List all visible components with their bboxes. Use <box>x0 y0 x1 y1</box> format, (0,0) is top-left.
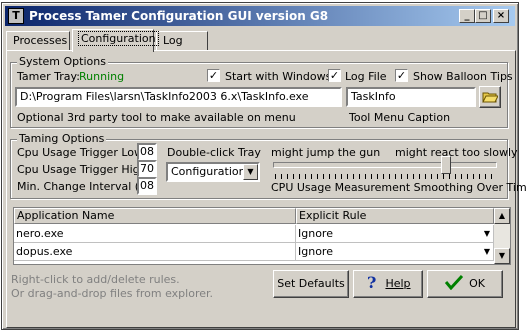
tool-path-caption: Optional 3rd party tool to make availabl… <box>17 111 296 124</box>
min-change-label: Min. Change Interval (s.) <box>17 180 153 193</box>
trigger-high-label: Cpu Usage Trigger High <box>17 163 147 176</box>
tab-configuration-label: Configuration <box>78 31 159 46</box>
close-icon[interactable]: × <box>493 9 509 23</box>
ok-button[interactable]: OK <box>427 270 503 298</box>
taming-options-label: Taming Options <box>17 132 107 145</box>
slider-left-label: might jump the gun <box>271 146 381 159</box>
svg-text:?: ? <box>367 274 376 290</box>
chevron-down-icon[interactable]: ▼ <box>243 164 258 180</box>
maximize-icon[interactable]: □ <box>475 9 491 23</box>
smoothing-slider-track[interactable] <box>273 162 497 168</box>
scroll-down-icon[interactable]: ▼ <box>494 248 510 264</box>
table-row-app[interactable]: dopus.exe <box>14 243 296 261</box>
hint-line-2: Or drag-and-drop files from explorer. <box>11 287 213 300</box>
log-file-checkbox[interactable]: ✓ <box>328 69 341 82</box>
slider-caption: CPU Usage Measurement Smoothing Over Tim… <box>271 181 526 194</box>
start-with-windows-checkbox[interactable]: ✓ <box>207 69 220 82</box>
tamer-tray-label: Tamer Tray: <box>17 70 80 83</box>
balloon-tips-checkbox[interactable]: ✓ <box>395 69 408 82</box>
trigger-high-input[interactable]: 70 <box>137 160 157 178</box>
system-options-group: System Options Tamer Tray: Running ✓ Sta… <box>10 55 513 128</box>
column-header-application[interactable]: Application Name <box>14 208 296 224</box>
double-click-tray-select[interactable]: Configuration ▼ <box>166 162 260 182</box>
column-header-explicit-rule[interactable]: Explicit Rule <box>296 208 494 224</box>
hint-line-1: Right-click to add/delete rules. <box>11 273 180 286</box>
table-row-rule[interactable]: Ignore ▼ <box>296 225 494 243</box>
double-click-tray-label: Double-click Tray <box>167 146 261 159</box>
browse-folder-button[interactable] <box>479 86 501 108</box>
tamer-tray-status: Running <box>79 70 125 83</box>
table-scrollbar[interactable]: ▲ ▼ <box>494 208 510 264</box>
process-tamer-icon[interactable]: T <box>8 8 24 24</box>
tab-processes[interactable]: Processes <box>6 31 70 51</box>
table-row-rule[interactable]: Ignore ▼ <box>296 243 494 261</box>
rules-table: Application Name Explicit Rule nero.exe … <box>13 207 511 265</box>
folder-icon <box>482 92 499 103</box>
scroll-up-icon[interactable]: ▲ <box>494 208 510 224</box>
log-file-label: Log File <box>345 70 387 83</box>
title-bar[interactable]: T Process Tamer Configuration GUI versio… <box>5 6 515 26</box>
rule-value: Ignore <box>298 245 333 258</box>
tab-log-label: Log <box>163 34 183 47</box>
taming-options-group: Taming Options Cpu Usage Trigger Low 08 … <box>10 132 526 199</box>
double-click-tray-value: Configuration <box>171 165 246 178</box>
tool-path-input[interactable]: D:\Program Files\larsn\TaskInfo2003 6.x\… <box>15 87 342 107</box>
system-options-label: System Options <box>17 55 108 68</box>
window-title: Process Tamer Configuration GUI version … <box>29 9 329 23</box>
slider-ticks <box>275 174 495 179</box>
help-icon: ? <box>367 273 376 292</box>
balloon-tips-label: Show Balloon Tips <box>413 70 513 83</box>
configuration-panel: System Options Tamer Tray: Running ✓ Sta… <box>6 50 526 328</box>
minimize-icon[interactable]: _ <box>459 9 475 23</box>
tab-processes-label: Processes <box>13 34 68 47</box>
main-window: T Process Tamer Configuration GUI versio… <box>1 2 526 330</box>
slider-right-label: might react too slowly <box>395 146 518 159</box>
checkmark-icon <box>444 274 464 291</box>
tool-caption-input[interactable]: TaskInfo <box>346 87 476 107</box>
help-label: Help <box>385 277 411 290</box>
tool-caption-label: Tool Menu Caption <box>349 111 451 124</box>
chevron-down-icon[interactable]: ▼ <box>484 243 490 260</box>
set-defaults-button[interactable]: Set Defaults <box>273 270 349 298</box>
chevron-down-icon[interactable]: ▼ <box>484 225 490 242</box>
tab-configuration[interactable]: Configuration <box>72 29 159 52</box>
trigger-low-label: Cpu Usage Trigger Low <box>17 146 143 159</box>
start-with-windows-label: Start with Windows <box>225 70 332 83</box>
smoothing-slider-thumb[interactable] <box>441 156 452 174</box>
min-change-input[interactable]: 08 <box>137 177 157 195</box>
table-row-app[interactable]: nero.exe <box>14 225 296 243</box>
help-button[interactable]: ? Help <box>353 270 423 298</box>
tab-log[interactable]: Log <box>156 31 208 51</box>
rule-value: Ignore <box>298 227 333 240</box>
ok-label: OK <box>469 277 485 290</box>
set-defaults-label: Set Defaults <box>277 277 345 290</box>
trigger-low-input[interactable]: 08 <box>137 143 157 161</box>
